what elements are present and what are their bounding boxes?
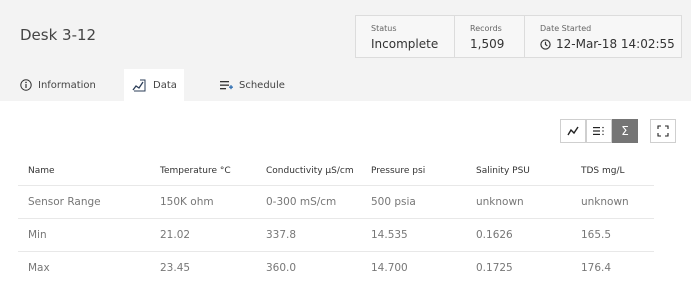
info-icon <box>20 79 32 91</box>
table-cell: 165.5 <box>571 219 654 252</box>
table-cell: 150K ohm <box>150 186 256 219</box>
table-row: Min 21.02 337.8 14.535 0.1626 165.5 <box>18 219 654 252</box>
page-header: Desk 3-12 Status Incomplete Records 1,50… <box>0 0 691 69</box>
stat-value: 12-Mar-18 14:02:55 <box>556 37 675 51</box>
stats-panel: Status Incomplete Records 1,509 Date Sta… <box>355 15 682 58</box>
tab-data[interactable]: Data <box>124 69 184 101</box>
stat-value-wrap: 12-Mar-18 14:02:55 <box>540 37 675 51</box>
table-cell: 176.4 <box>571 252 654 284</box>
list-add-icon <box>220 80 233 91</box>
statistics-table: Name Temperature °C Conductivity µS/cm P… <box>18 156 654 284</box>
table-cell: 500 psia <box>361 186 466 219</box>
table-row: Sensor Range 150K ohm 0-300 mS/cm 500 ps… <box>18 186 654 219</box>
stat-label: Date Started <box>540 24 591 33</box>
table-cell: 21.02 <box>150 219 256 252</box>
expand-button[interactable] <box>650 119 676 143</box>
list-icon <box>593 126 605 136</box>
tab-schedule[interactable]: Schedule <box>220 69 300 101</box>
stat-value: Incomplete <box>371 37 438 51</box>
sigma-icon: Σ <box>621 124 629 138</box>
table-cell: 0.1626 <box>466 219 571 252</box>
statistics-view-button[interactable]: Σ <box>612 119 638 143</box>
clock-icon <box>540 39 551 50</box>
column-header: Name <box>18 156 150 186</box>
column-header: Conductivity µS/cm <box>256 156 361 186</box>
table-cell: unknown <box>571 186 654 219</box>
column-header: TDS mg/L <box>571 156 654 186</box>
column-header: Pressure psi <box>361 156 466 186</box>
table-cell: unknown <box>466 186 571 219</box>
table-cell: Max <box>18 252 150 284</box>
tab-bar: Information Data Schedule <box>0 69 691 101</box>
table-row: Max 23.45 360.0 14.700 0.1725 176.4 <box>18 252 654 284</box>
table-cell: Min <box>18 219 150 252</box>
table-cell: 14.535 <box>361 219 466 252</box>
expand-icon <box>657 125 669 137</box>
table-cell: 23.45 <box>150 252 256 284</box>
list-view-button[interactable] <box>586 119 612 143</box>
tab-label: Schedule <box>239 80 285 91</box>
table-cell: Sensor Range <box>18 186 150 219</box>
chart-line-icon <box>131 78 147 92</box>
column-header: Temperature °C <box>150 156 256 186</box>
table-cell: 0.1725 <box>466 252 571 284</box>
column-header: Salinity PSU <box>466 156 571 186</box>
stat-date-started: Date Started 12-Mar-18 14:02:55 <box>525 16 681 57</box>
stat-label: Status <box>371 24 397 33</box>
table-header-row: Name Temperature °C Conductivity µS/cm P… <box>18 156 654 186</box>
tab-information[interactable]: Information <box>20 69 120 101</box>
line-chart-view-button[interactable] <box>560 119 586 143</box>
table-cell: 337.8 <box>256 219 361 252</box>
stat-label: Records <box>470 24 502 33</box>
tab-label: Information <box>38 80 96 91</box>
page-title: Desk 3-12 <box>20 26 96 44</box>
line-chart-icon <box>567 126 579 136</box>
table-cell: 0-300 mS/cm <box>256 186 361 219</box>
table-cell: 360.0 <box>256 252 361 284</box>
stat-status: Status Incomplete <box>356 16 455 57</box>
stat-records: Records 1,509 <box>455 16 525 57</box>
table-cell: 14.700 <box>361 252 466 284</box>
stat-value: 1,509 <box>470 37 504 51</box>
tab-label: Data <box>153 80 177 91</box>
